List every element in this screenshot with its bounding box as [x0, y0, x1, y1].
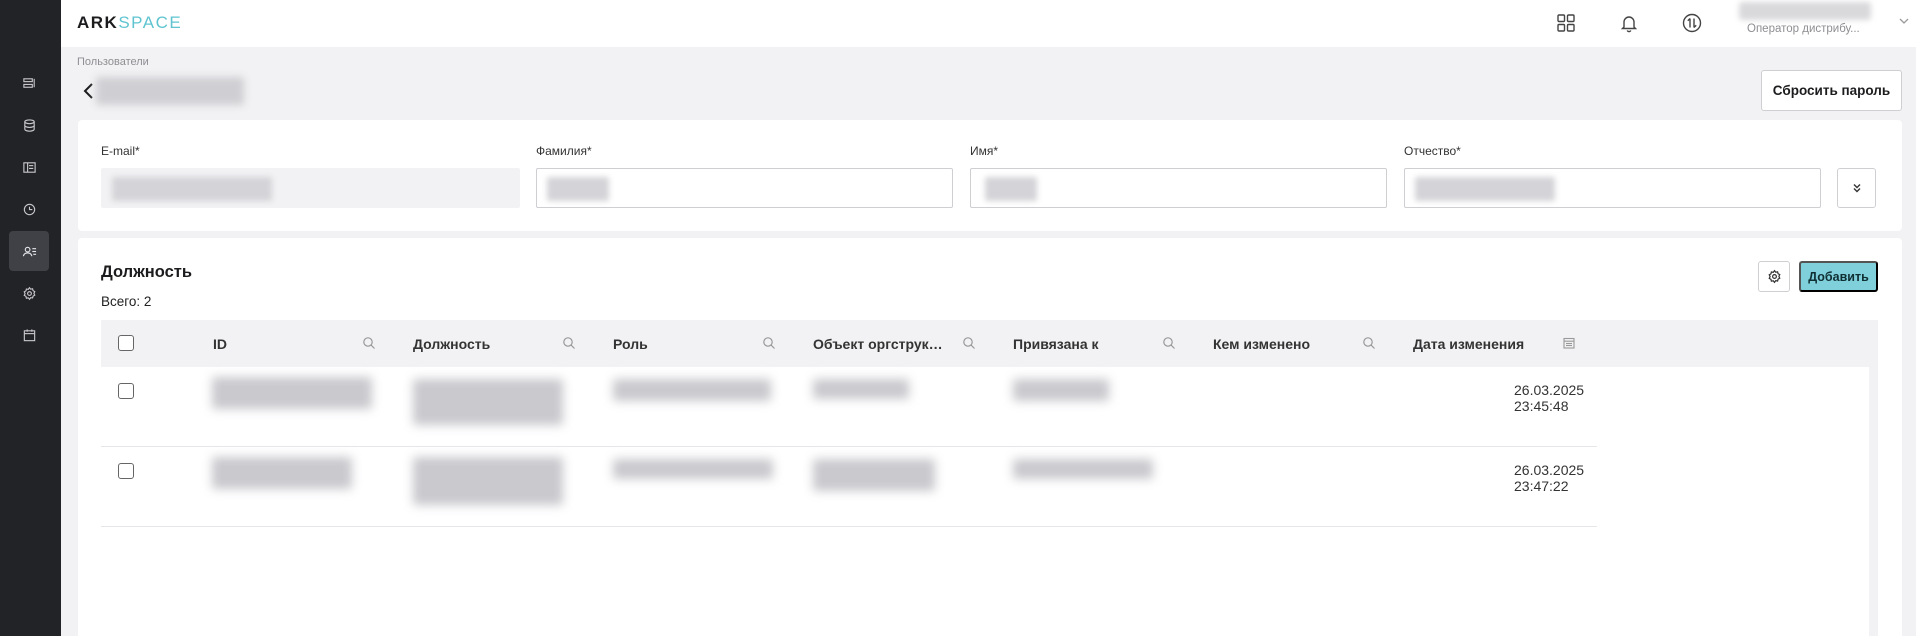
column-header-bound-to[interactable]: Привязана к: [1013, 320, 1163, 367]
column-header-role[interactable]: Роль: [613, 320, 763, 367]
email-field[interactable]: [101, 168, 520, 208]
double-chevron-down-icon: [1853, 184, 1860, 193]
add-button[interactable]: Добавить: [1799, 261, 1878, 292]
cell-role: [613, 379, 771, 401]
sidebar-item-history[interactable]: [9, 189, 49, 229]
email-label: E-mail*: [101, 144, 140, 158]
calendar-icon: [23, 328, 35, 341]
sidebar-item-calendar[interactable]: [9, 315, 49, 355]
clock-icon: [23, 203, 35, 215]
select-all-checkbox[interactable]: [118, 335, 134, 351]
list-icon: [22, 77, 35, 88]
search-icon[interactable]: [962, 336, 976, 350]
column-header-position[interactable]: Должность: [413, 320, 563, 367]
sidebar-item-database[interactable]: [9, 105, 49, 145]
cell-position: [413, 457, 563, 505]
reset-password-button[interactable]: Сбросить пароль: [1761, 70, 1902, 111]
first-name-field[interactable]: [970, 168, 1387, 208]
user-menu[interactable]: Оператор дистрибу...: [1733, 0, 1916, 47]
last-name-value: [547, 177, 609, 201]
row-checkbox[interactable]: [118, 383, 134, 399]
breadcrumb[interactable]: Пользователи: [77, 56, 149, 68]
gear-icon: [1767, 269, 1781, 284]
table-settings-button[interactable]: [1758, 261, 1790, 292]
search-icon[interactable]: [562, 336, 576, 350]
column-header-changed-at[interactable]: Дата изменения: [1413, 320, 1563, 367]
table-row[interactable]: 26.03.2025 23:45:48: [101, 367, 1597, 447]
table-header: ID Должность Роль Объект оргструкт... Пр…: [101, 320, 1878, 367]
cell-org-object: [813, 459, 935, 491]
calendar-icon[interactable]: [1562, 336, 1576, 350]
middle-name-value: [1415, 177, 1555, 201]
layout-icon: [22, 161, 36, 173]
top-bar: ARKSPACE Оператор дистрибу...: [61, 0, 1916, 47]
section-title: Должность: [101, 263, 193, 281]
chevron-left-icon: [83, 83, 93, 99]
sync-button[interactable]: [1679, 10, 1705, 36]
apps-grid-button[interactable]: [1553, 10, 1579, 36]
column-header-changed-by[interactable]: Кем изменено: [1213, 320, 1363, 367]
cell-role: [613, 459, 773, 479]
bell-icon: [1620, 16, 1638, 33]
cell-bound-to: [1013, 459, 1153, 479]
apps-grid-icon: [1557, 14, 1575, 32]
user-role: Оператор дистрибу...: [1747, 23, 1860, 35]
cell-org-object: [813, 379, 909, 399]
sidebar: [0, 0, 61, 636]
total-count: Всего: 2: [101, 294, 152, 309]
user-name: [1739, 2, 1871, 20]
middle-name-label: Отчество*: [1404, 144, 1461, 158]
logo[interactable]: ARKSPACE: [77, 13, 182, 33]
search-icon[interactable]: [362, 336, 376, 350]
chevron-down-icon: [1899, 18, 1909, 24]
sidebar-item-settings[interactable]: [9, 273, 49, 313]
cell-id: [212, 377, 372, 409]
sidebar-item-list[interactable]: [9, 63, 49, 103]
sidebar-item-layout[interactable]: [9, 147, 49, 187]
row-checkbox[interactable]: [118, 463, 134, 479]
expand-form-button[interactable]: [1837, 168, 1876, 208]
page-title: [96, 77, 244, 105]
column-header-id[interactable]: ID: [213, 320, 363, 367]
cell-changed-at: 26.03.2025 23:47:22: [1514, 462, 1585, 494]
users-icon: [22, 246, 36, 256]
last-name-field[interactable]: [536, 168, 953, 208]
first-name-label: Имя*: [970, 144, 999, 158]
table-row[interactable]: 26.03.2025 23:47:22: [101, 447, 1597, 527]
cell-id: [212, 457, 352, 489]
middle-name-field[interactable]: [1404, 168, 1821, 208]
search-icon[interactable]: [1362, 336, 1376, 350]
cell-bound-to: [1013, 379, 1109, 401]
notifications-button[interactable]: [1616, 10, 1642, 36]
cell-position: [413, 379, 563, 425]
last-name-label: Фамилия*: [536, 144, 592, 158]
email-value: [112, 177, 272, 201]
first-name-value: [985, 177, 1037, 201]
settings-icon: [23, 286, 35, 300]
search-icon[interactable]: [762, 336, 776, 350]
table-scroll-edge: [1869, 367, 1878, 636]
search-icon[interactable]: [1162, 336, 1176, 350]
column-header-org-object[interactable]: Объект оргструкт...: [813, 320, 945, 367]
database-icon: [23, 118, 35, 132]
sync-icon: [1682, 13, 1702, 33]
cell-changed-at: 26.03.2025 23:45:48: [1514, 382, 1585, 414]
sidebar-item-users[interactable]: [9, 231, 49, 271]
